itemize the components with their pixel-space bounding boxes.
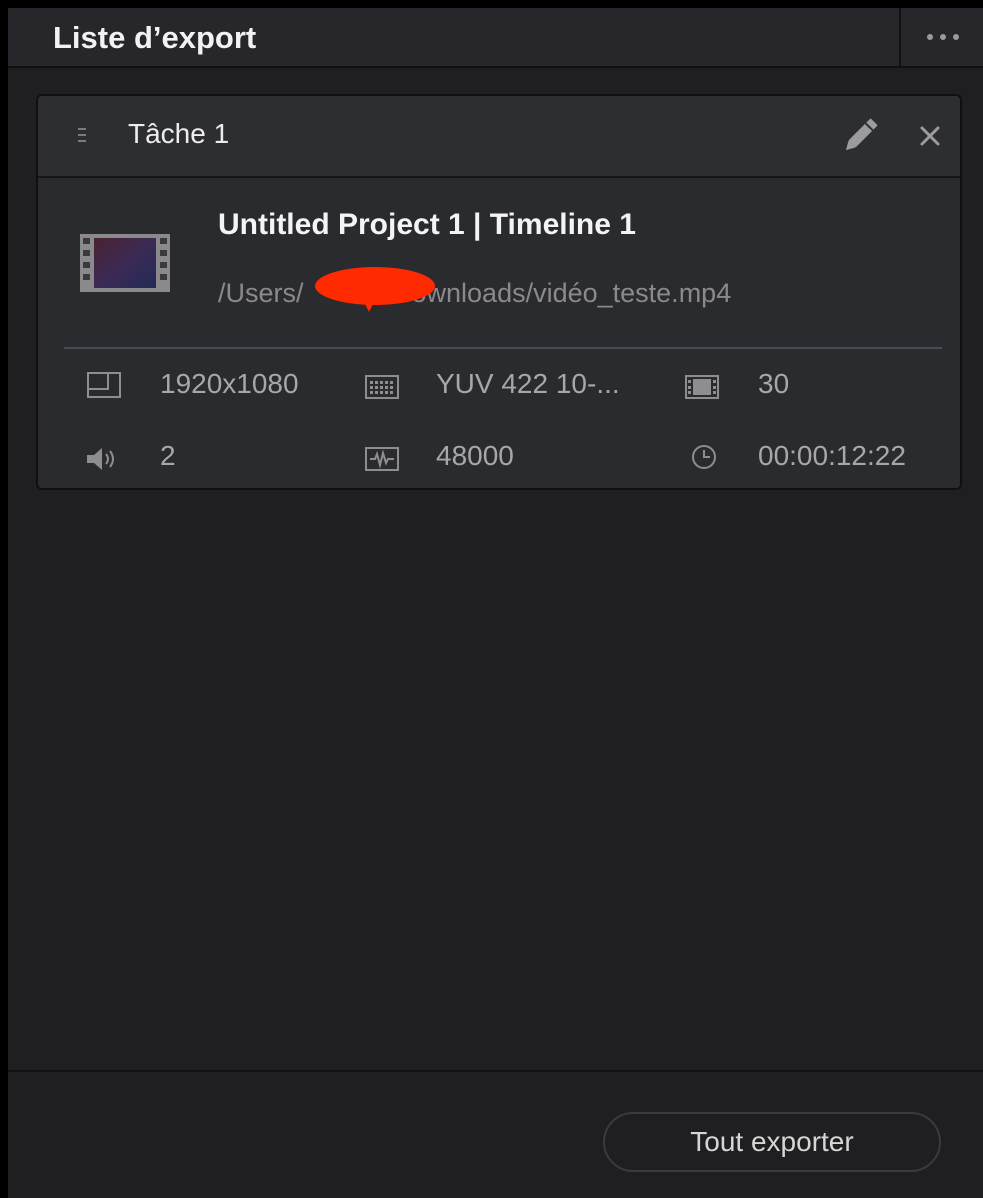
remove-job-button[interactable]: [908, 114, 952, 158]
film-thumbnail-icon: [80, 234, 170, 292]
codec-value: YUV 422 10-...: [436, 368, 620, 399]
panel-header: Liste d’export: [8, 8, 983, 68]
job-title: Tâche 1: [128, 118, 230, 149]
project-timeline-name: Untitled Project 1 | Timeline 1: [218, 208, 636, 241]
render-job-card[interactable]: Tâche 1 Untitled Project 1 | Timeline 1 …: [36, 94, 962, 490]
panel-title: Liste d’export: [53, 20, 257, 55]
speaker-icon: [87, 448, 114, 470]
pencil-icon: [845, 118, 878, 151]
resolution-icon: [87, 372, 121, 398]
codec-icon: [365, 375, 399, 399]
output-file-path: /Users/ /Downloads/vidéo_teste.mp4: [218, 278, 732, 308]
more-options-button[interactable]: [903, 8, 983, 66]
header-divider: [899, 8, 901, 66]
framerate-value: 30: [758, 368, 790, 399]
export-all-button[interactable]: Tout exporter: [603, 1112, 941, 1172]
duration-value: 00:00:12:22: [758, 440, 906, 471]
panel-footer: Tout exporter: [8, 1070, 983, 1198]
sample-rate-value: 48000: [436, 440, 514, 471]
ellipsis-icon: [927, 34, 933, 40]
waveform-icon: [365, 447, 399, 471]
ellipsis-icon: [953, 34, 959, 40]
info-divider: [64, 347, 942, 349]
framerate-icon: [685, 375, 719, 399]
audio-channels-value: 2: [160, 440, 176, 471]
drag-handle-icon[interactable]: [78, 128, 86, 146]
redaction-mark: [315, 267, 435, 312]
clock-icon: [692, 445, 716, 469]
ellipsis-icon: [940, 34, 946, 40]
close-icon: [920, 126, 940, 146]
export-list-panel: Liste d’export Tâche 1 Untitled Project …: [8, 8, 983, 1198]
job-header: Tâche 1: [38, 96, 960, 178]
edit-job-button[interactable]: [838, 114, 882, 158]
resolution-value: 1920x1080: [160, 368, 299, 399]
